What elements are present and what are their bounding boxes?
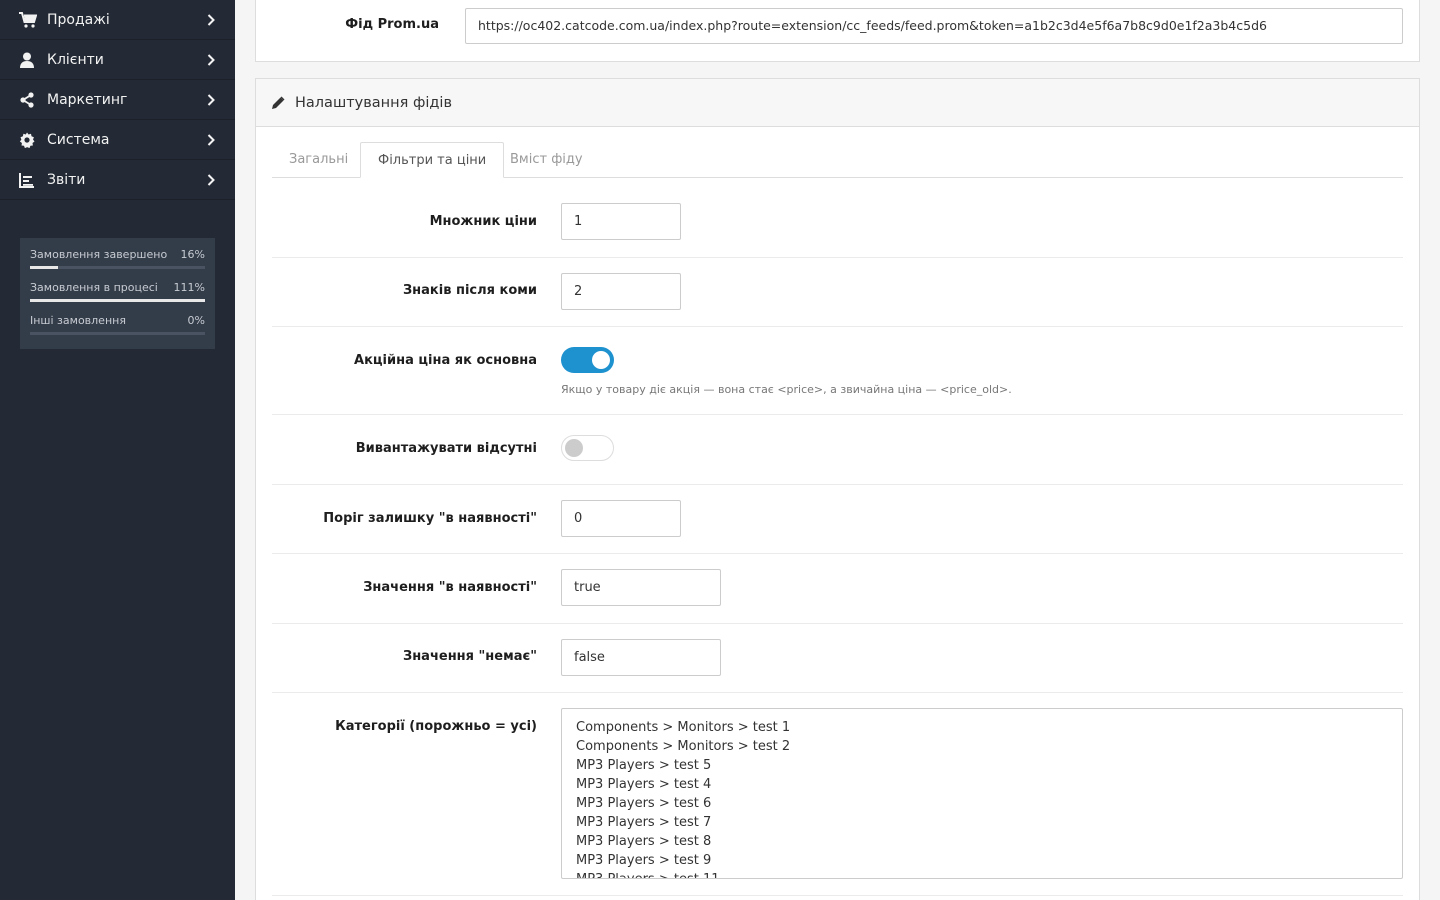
price-multiplier-input[interactable]: 1 <box>561 203 681 240</box>
export-missing-toggle[interactable] <box>561 435 614 461</box>
order-stats: Замовлення завершено 16% Замовлення в про… <box>20 238 215 349</box>
sidebar-item-reports[interactable]: Звіти <box>0 160 235 200</box>
progress-bar <box>30 332 205 335</box>
sidebar-item-label: Звіти <box>47 171 86 188</box>
special-price-help: Якщо у товару діє акція — вона стає <pri… <box>561 383 1012 396</box>
form-row-out-stock-value: Значення "немає" false <box>272 624 1403 693</box>
category-option[interactable]: MP3 Players > test 5 <box>576 756 1388 775</box>
feed-url-label: Фід Prom.ua <box>345 17 439 32</box>
chevron-right-icon <box>207 93 215 106</box>
feed-settings-panel: Налаштування фідів Загальні Фільтри та ц… <box>255 78 1420 900</box>
categories-label: Категорії (порожньо = усі) <box>335 719 537 734</box>
feed-url-input[interactable]: https://oc402.catcode.com.ua/index.php?r… <box>465 8 1403 44</box>
special-price-toggle[interactable] <box>561 347 614 373</box>
decimals-label: Знаків після коми <box>402 283 537 298</box>
feed-url-panel: Фід Prom.ua https://oc402.catcode.com.ua… <box>255 0 1420 62</box>
in-stock-value-label: Значення "в наявності" <box>363 580 537 595</box>
user-icon <box>19 52 39 68</box>
toggle-knob <box>592 351 610 369</box>
category-option[interactable]: MP3 Players > test 4 <box>576 775 1388 794</box>
decimals-input[interactable]: 2 <box>561 273 681 310</box>
tab-feed-content[interactable]: Вміст фіду <box>493 142 600 178</box>
settings-tabs: Загальні Фільтри та ціни Вміст фіду <box>272 142 1403 178</box>
out-stock-value-input[interactable]: false <box>561 639 721 676</box>
category-option[interactable]: Components > Monitors > test 2 <box>576 737 1388 756</box>
sidebar-item-system[interactable]: Система <box>0 120 235 160</box>
category-option[interactable]: MP3 Players > test 9 <box>576 851 1388 870</box>
sidebar-item-label: Маркетинг <box>47 91 128 108</box>
bar-chart-icon <box>19 172 39 188</box>
out-stock-value-label: Значення "немає" <box>402 649 537 664</box>
chevron-right-icon <box>207 53 215 66</box>
stat-row-processing: Замовлення в процесі 111% <box>30 281 205 314</box>
category-option[interactable]: MP3 Players > test 7 <box>576 813 1388 832</box>
price-multiplier-label: Множник ціни <box>429 214 537 229</box>
form-row-price-multiplier: Множник ціни 1 <box>272 188 1403 258</box>
sidebar-item-label: Система <box>47 131 110 148</box>
special-price-label: Акційна ціна як основна <box>354 353 537 368</box>
tab-filters-prices[interactable]: Фільтри та ціни <box>360 142 505 178</box>
chevron-right-icon <box>207 13 215 26</box>
category-option[interactable]: MP3 Players > test 6 <box>576 794 1388 813</box>
export-missing-label: Вивантажувати відсутні <box>355 441 537 456</box>
sidebar-item-customers[interactable]: Клієнти <box>0 40 235 80</box>
category-option[interactable]: Components > Monitors > test 1 <box>576 718 1388 737</box>
main-content: Фід Prom.ua https://oc402.catcode.com.ua… <box>235 0 1440 900</box>
in-stock-value-input[interactable]: true <box>561 569 721 606</box>
cart-icon <box>19 11 39 28</box>
stat-value: 0% <box>187 314 205 327</box>
sidebar-item-sales[interactable]: Продажі <box>0 0 235 40</box>
progress-bar <box>30 299 205 302</box>
stock-threshold-label: Поріг залишку "в наявності" <box>323 511 537 526</box>
chevron-right-icon <box>207 133 215 146</box>
sidebar-item-marketing[interactable]: Маркетинг <box>0 80 235 120</box>
panel-title: Налаштування фідів <box>295 94 452 111</box>
pencil-icon <box>272 96 285 109</box>
share-icon <box>19 91 39 108</box>
progress-fill <box>30 266 58 269</box>
stat-value: 16% <box>180 248 205 261</box>
sidebar: Продажі Клієнти Маркетинг Система Звіти … <box>0 0 235 900</box>
sidebar-item-label: Продажі <box>47 11 110 28</box>
form-row-export-missing: Вивантажувати відсутні <box>272 415 1403 485</box>
panel-heading: Налаштування фідів <box>256 79 1419 127</box>
gear-icon <box>19 132 39 148</box>
progress-bar <box>30 266 205 269</box>
form-row-stock-threshold: Поріг залишку "в наявності" 0 <box>272 485 1403 554</box>
stat-row-completed: Замовлення завершено 16% <box>30 248 205 281</box>
toggle-knob <box>565 439 583 457</box>
category-option[interactable]: MP3 Players > test 11 <box>576 870 1388 878</box>
progress-fill <box>30 299 205 302</box>
stat-label: Замовлення завершено <box>30 248 168 261</box>
stat-row-other: Інші замовлення 0% <box>30 314 205 347</box>
categories-select[interactable]: Components > Monitors > test 1 Component… <box>561 708 1403 879</box>
form-row-decimals: Знаків після коми 2 <box>272 258 1403 327</box>
tab-general[interactable]: Загальні <box>272 142 365 178</box>
stock-threshold-input[interactable]: 0 <box>561 500 681 537</box>
stat-value: 111% <box>173 281 205 294</box>
form-row-special-price: Акційна ціна як основна Якщо у товару ді… <box>272 327 1403 415</box>
form-row-categories: Категорії (порожньо = усі) Components > … <box>272 693 1403 896</box>
form-row-in-stock-value: Значення "в наявності" true <box>272 554 1403 624</box>
stat-label: Інші замовлення <box>30 314 126 327</box>
sidebar-item-label: Клієнти <box>47 51 104 68</box>
category-option[interactable]: MP3 Players > test 8 <box>576 832 1388 851</box>
stat-label: Замовлення в процесі <box>30 281 158 294</box>
chevron-right-icon <box>207 173 215 186</box>
